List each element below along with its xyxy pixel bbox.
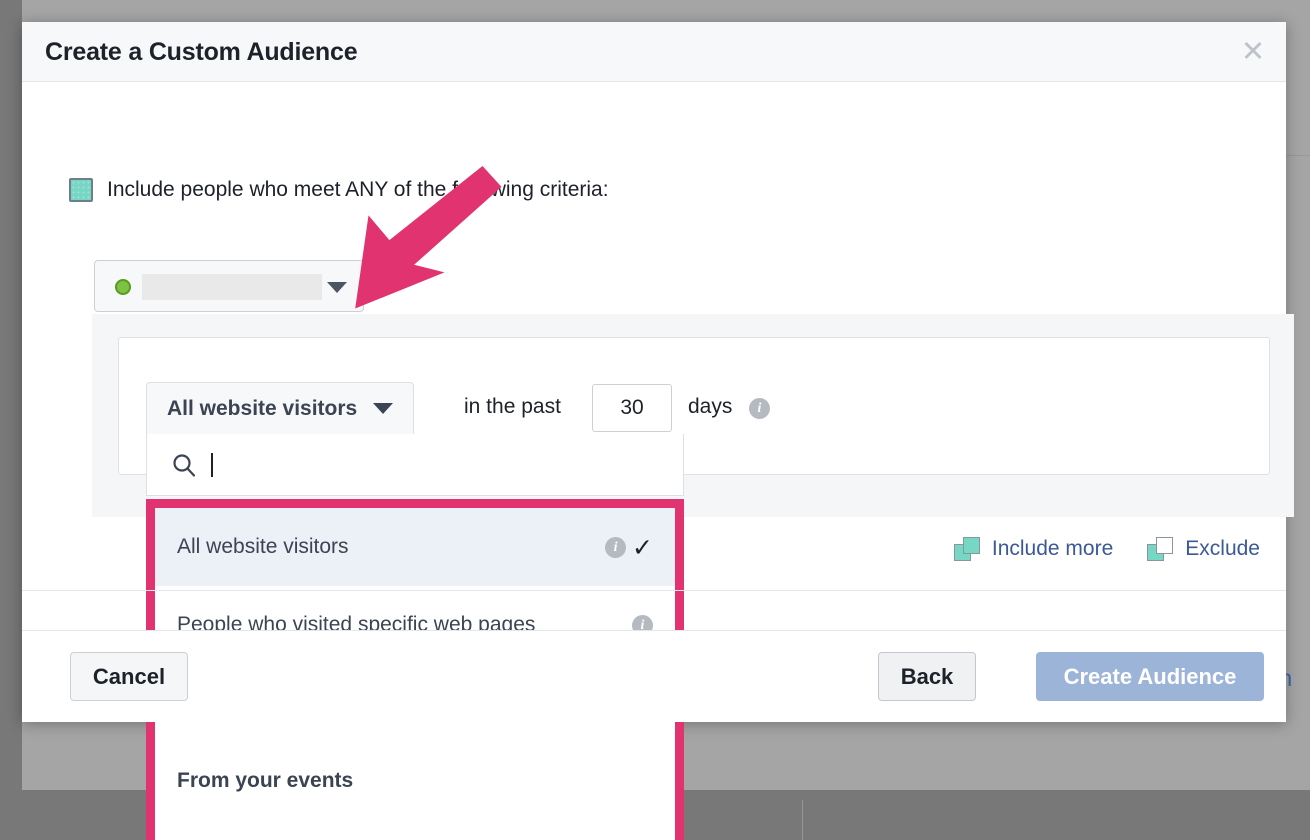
- dropdown-item-label: All website visitors: [177, 535, 349, 559]
- source-value-redacted: [142, 274, 322, 300]
- rule-type-dropdown-button[interactable]: All website visitors: [146, 382, 414, 434]
- info-icon[interactable]: i: [605, 537, 626, 558]
- chevron-down-icon: [327, 282, 347, 293]
- dropdown-item-actions: i✓: [605, 533, 653, 562]
- close-icon[interactable]: ✕: [1236, 35, 1270, 69]
- layers-add-icon: [954, 537, 980, 561]
- include-swatch-icon: [69, 178, 93, 202]
- exclude-label: Exclude: [1185, 537, 1260, 561]
- dropdown-item[interactable]: PageView: [155, 820, 675, 840]
- dialog-title: Create a Custom Audience: [45, 38, 357, 67]
- chevron-down-icon: [373, 403, 393, 414]
- include-more-label: Include more: [992, 537, 1113, 561]
- dialog-body: Include people who meet ANY of the follo…: [22, 82, 1286, 567]
- check-icon: ✓: [632, 533, 653, 562]
- include-criteria-row: Include people who meet ANY of the follo…: [69, 178, 609, 202]
- create-audience-button[interactable]: Create Audience: [1036, 652, 1264, 701]
- search-icon: [171, 452, 197, 478]
- create-custom-audience-dialog: Create a Custom Audience ✕ Include peopl…: [22, 22, 1286, 722]
- rule-type-label: All website visitors: [167, 397, 357, 421]
- dropdown-search-field[interactable]: [146, 434, 684, 496]
- retention-days-input[interactable]: [592, 384, 672, 432]
- info-icon[interactable]: i: [749, 398, 770, 419]
- days-label: days: [688, 395, 732, 419]
- source-status-dot-icon: [115, 279, 131, 295]
- layers-remove-icon: [1147, 537, 1173, 561]
- include-more-link[interactable]: Include more: [954, 537, 1113, 561]
- audience-link-row: Include more Exclude: [954, 537, 1260, 561]
- in-the-past-label: in the past: [464, 395, 561, 419]
- dropdown-item-label: From your events: [177, 769, 353, 793]
- back-button[interactable]: Back: [878, 652, 976, 701]
- dropdown-group-header: From your events: [155, 742, 675, 820]
- section-divider: [22, 590, 1286, 591]
- dropdown-item[interactable]: All website visitorsi✓: [155, 508, 675, 586]
- cancel-button[interactable]: Cancel: [70, 652, 188, 701]
- exclude-link[interactable]: Exclude: [1147, 537, 1260, 561]
- pixel-source-select[interactable]: [94, 260, 364, 312]
- dialog-footer: Cancel Back Create Audience: [22, 630, 1286, 722]
- dialog-header: Create a Custom Audience ✕: [22, 22, 1286, 82]
- include-criteria-label: Include people who meet ANY of the follo…: [107, 178, 609, 202]
- text-cursor: [211, 453, 213, 477]
